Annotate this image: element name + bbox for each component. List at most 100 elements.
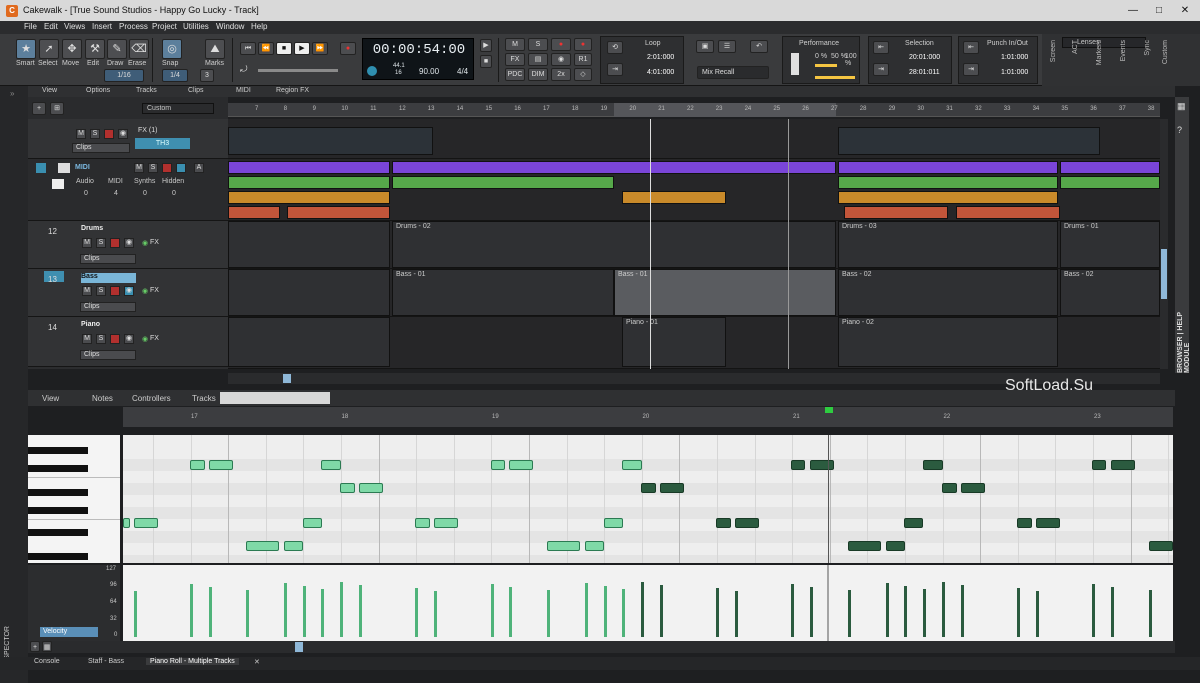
velocity-bar[interactable] <box>604 586 607 637</box>
browser-help-label[interactable]: BROWSER | HELP MODULE <box>1177 287 1191 373</box>
2x-button[interactable]: 2x <box>551 68 571 81</box>
bass-clip-selected[interactable]: Bass - 01 <box>614 269 836 316</box>
instrument-name[interactable]: TH3 <box>135 138 190 149</box>
midi-note[interactable] <box>735 518 759 528</box>
dim-button[interactable]: DIM <box>528 68 548 81</box>
power-icon[interactable]: ◉ <box>142 287 148 295</box>
clips-dropdown[interactable]: Clips <box>72 143 130 153</box>
side-tab-markers[interactable]: Markers <box>1096 40 1103 65</box>
select-tool-icon[interactable]: ➚ <box>39 39 59 59</box>
folder-mute-button[interactable]: M <box>134 163 144 173</box>
note-duration-selector[interactable] <box>220 392 330 404</box>
track-name[interactable]: Piano <box>81 321 136 331</box>
selection-start-icon[interactable]: ⇤ <box>873 41 889 54</box>
drums-clip[interactable]: Drums - 02 <box>392 221 836 268</box>
fx-bypass-button[interactable]: FX <box>505 53 525 66</box>
midi-note[interactable] <box>434 518 458 528</box>
mute-all-button[interactable]: M <box>505 38 525 51</box>
black-key[interactable] <box>28 465 88 472</box>
solo-button[interactable]: S <box>96 286 106 296</box>
midi-note[interactable] <box>791 460 805 470</box>
pr-menu-view[interactable]: View <box>42 394 59 403</box>
midi-note[interactable] <box>942 483 957 493</box>
velocity-bar[interactable] <box>810 587 813 637</box>
minimize-button[interactable]: — <box>1120 3 1146 18</box>
velocity-bar[interactable] <box>1017 588 1020 637</box>
bass-clip[interactable]: Bass - 02 <box>1060 269 1160 316</box>
solo-button[interactable]: S <box>96 238 106 248</box>
controller-menu-icon[interactable]: ▦ <box>42 641 52 652</box>
audio-clip[interactable] <box>228 127 433 155</box>
track-vertical-scrollbar[interactable] <box>1160 119 1168 369</box>
velocity-bar[interactable] <box>1149 590 1152 637</box>
add-track-icon[interactable]: + <box>32 102 46 115</box>
midi-clip-purple[interactable] <box>1060 161 1160 174</box>
selection-end-icon[interactable]: ⇥ <box>873 63 889 76</box>
mute-button[interactable]: M <box>82 238 92 248</box>
input-echo-button[interactable]: ◉ <box>124 334 134 344</box>
snap-number[interactable]: 3 <box>200 69 214 82</box>
input-echo-button[interactable]: ◉ <box>551 53 571 66</box>
track-settings-icon[interactable]: ⊞ <box>50 102 64 115</box>
time-display[interactable]: 00:00:54:00 <box>363 42 475 58</box>
midi-note[interactable] <box>359 483 383 493</box>
drums-clip[interactable]: Drums - 03 <box>838 221 1058 268</box>
black-key[interactable] <box>28 507 88 514</box>
velocity-bar[interactable] <box>284 583 287 637</box>
mix-extra-button[interactable]: ◇ <box>574 68 592 81</box>
smart-tool-icon[interactable]: ★ <box>16 39 36 59</box>
midi-note[interactable] <box>886 541 905 551</box>
velocity-bar[interactable] <box>1092 584 1095 637</box>
black-key[interactable] <box>28 529 88 536</box>
timeline-ruler[interactable]: 7 8 9 10 11 12 13 14 15 16 17 18 19 20 21 22 23 24 25 26 27 2… <box>228 103 1183 117</box>
tab-console[interactable]: Console <box>34 658 60 665</box>
record-arm-button[interactable] <box>110 334 120 344</box>
folder-solo-button[interactable]: S <box>148 163 158 173</box>
scroll-thumb[interactable] <box>1161 249 1167 299</box>
midi-note[interactable] <box>246 541 279 551</box>
automation-button[interactable]: ▤ <box>528 53 548 66</box>
velocity-bar[interactable] <box>641 582 644 637</box>
close-tab-icon[interactable]: ✕ <box>254 658 260 666</box>
camera-icon[interactable]: ▣ <box>696 40 714 53</box>
menu-process[interactable]: Process <box>119 22 148 31</box>
tab-piano-roll[interactable]: Piano Roll - Multiple Tracks <box>146 658 239 665</box>
record-button[interactable]: ● <box>340 42 356 55</box>
midi-folder[interactable]: MIDI M S A Audio MIDI Synths Hidden 0 4 … <box>28 159 228 221</box>
now-time-line[interactable] <box>828 435 829 563</box>
selection-start[interactable]: 20:01:000 <box>909 54 940 61</box>
track-name[interactable]: Bass <box>81 273 136 283</box>
punch-end[interactable]: 1:01:000 <box>1001 69 1028 76</box>
piano-keyboard[interactable] <box>28 435 120 563</box>
velocity-bar[interactable] <box>923 589 926 637</box>
menu-window[interactable]: Window <box>216 22 244 31</box>
midi-clip-purple[interactable] <box>392 161 836 174</box>
record-arm-button[interactable] <box>110 286 120 296</box>
now-time-marker[interactable] <box>825 407 833 413</box>
input-echo-button[interactable]: ◉ <box>124 286 134 296</box>
midi-clip-orange[interactable] <box>622 191 726 204</box>
menu-file[interactable]: File <box>24 22 37 31</box>
scroll-thumb[interactable] <box>295 642 303 652</box>
midi-note[interactable] <box>641 483 656 493</box>
midi-note[interactable] <box>1017 518 1032 528</box>
browser-icon[interactable]: ▦ <box>1177 101 1187 111</box>
punch-in-icon[interactable]: ⇤ <box>963 41 979 54</box>
play-button[interactable]: ▶ <box>294 42 310 55</box>
folder-name[interactable]: MIDI <box>75 164 90 171</box>
bass-clip[interactable]: Bass - 02 <box>838 269 1058 316</box>
folder-record-button[interactable] <box>162 163 172 173</box>
midi-note[interactable] <box>716 518 731 528</box>
menu-help[interactable]: Help <box>251 22 267 31</box>
side-tab-sync[interactable]: Sync <box>1144 40 1151 56</box>
side-tab-screen[interactable]: Screen <box>1050 40 1057 62</box>
loop-start[interactable]: 2:01:000 <box>647 54 674 61</box>
piano-clip[interactable] <box>228 317 390 367</box>
fx-label[interactable]: FX <box>150 335 159 342</box>
midi-note[interactable] <box>509 460 533 470</box>
midi-note[interactable] <box>547 541 580 551</box>
side-tab-custom[interactable]: Custom <box>1162 40 1169 64</box>
velocity-bar[interactable] <box>660 585 663 637</box>
track-name[interactable]: Drums <box>81 225 136 235</box>
midi-clip-green[interactable] <box>392 176 614 189</box>
